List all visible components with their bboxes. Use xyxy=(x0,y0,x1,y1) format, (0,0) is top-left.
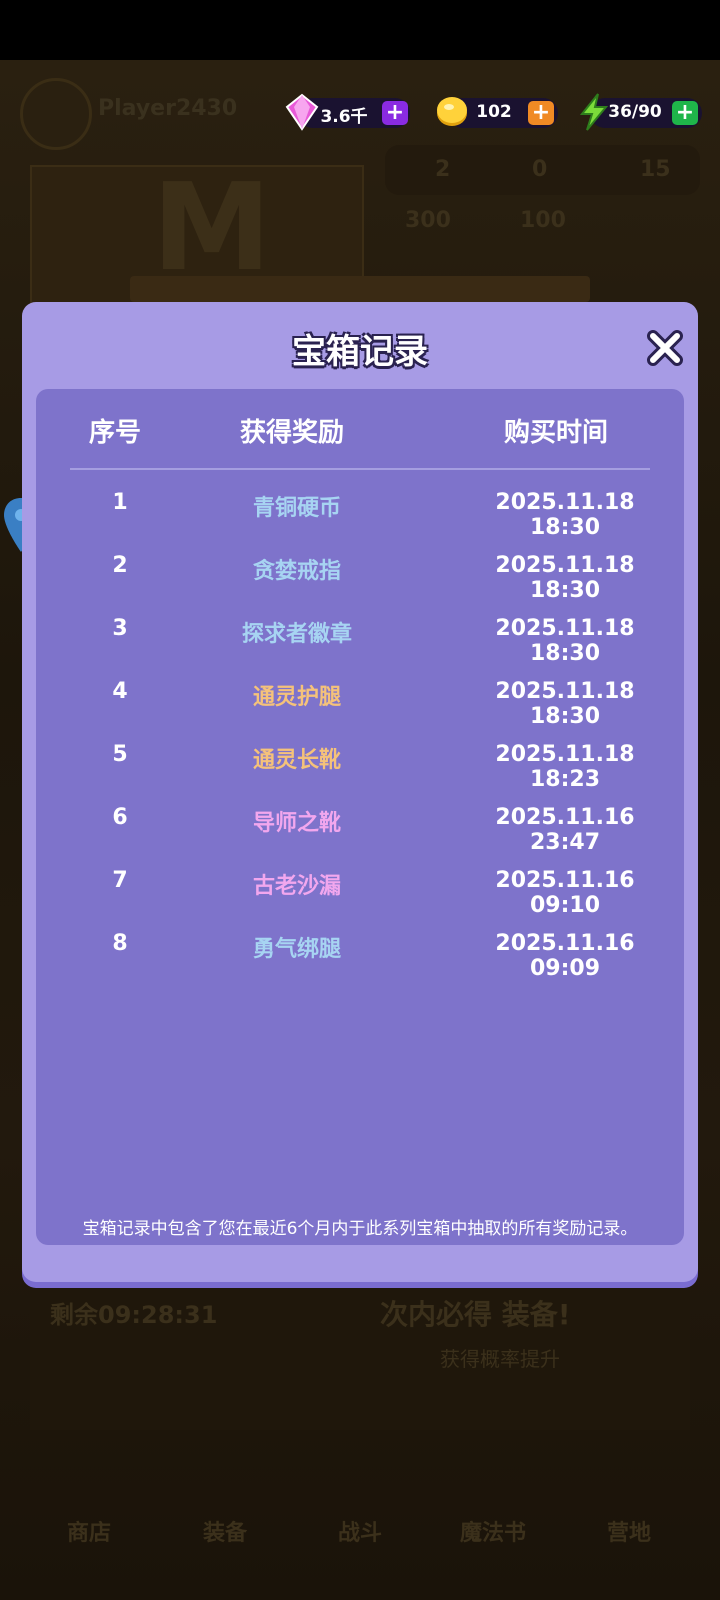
close-icon[interactable] xyxy=(645,328,685,368)
row-reward: 探求者徽章 xyxy=(241,622,352,647)
stat-value: 0 xyxy=(532,157,548,182)
gems-plus-button[interactable]: + xyxy=(382,101,408,125)
row-time: 2025.11.18 18:30 xyxy=(495,490,635,540)
chest-promo-sub: 获得概率提升 xyxy=(440,1347,560,1371)
row-reward: 导师之靴 xyxy=(252,811,341,836)
coins-value: 102 xyxy=(476,102,512,122)
row-time: 2025.11.18 18:23 xyxy=(495,742,635,792)
gems-value: 3.6千 xyxy=(320,107,368,127)
header-time: 购买时间 xyxy=(504,418,609,448)
row-index: 4 xyxy=(112,679,128,704)
energy-plus-button[interactable]: + xyxy=(672,101,698,125)
coins-plus-button[interactable]: + xyxy=(528,101,554,125)
row-time: 2025.11.16 09:10 xyxy=(495,868,635,918)
row-reward: 青铜硬币 xyxy=(252,496,341,521)
stat-value: 100 xyxy=(520,208,566,233)
header-index: 序号 xyxy=(89,418,142,448)
row-index: 7 xyxy=(112,868,128,893)
row-index: 2 xyxy=(112,553,128,578)
nav-spellbook[interactable]: 魔法书 xyxy=(460,1515,526,1547)
row-index: 3 xyxy=(112,616,128,641)
row-reward: 古老沙漏 xyxy=(252,874,341,899)
row-reward: 通灵长靴 xyxy=(252,748,341,773)
header-divider xyxy=(70,468,650,470)
row-index: 1 xyxy=(112,490,128,515)
gem-icon xyxy=(285,93,319,131)
chest-timer: 剩余09:28:31 xyxy=(50,1301,218,1329)
row-index: 8 xyxy=(112,931,128,956)
dialog-title: 宝箱记录 xyxy=(292,332,428,372)
row-time: 2025.11.18 18:30 xyxy=(495,679,635,729)
footer-note: 宝箱记录中包含了您在最近6个月内于此系列宝箱中抽取的所有奖励记录。 xyxy=(82,1219,638,1239)
nav-shop[interactable]: 商店 xyxy=(67,1515,111,1547)
stat-value: 300 xyxy=(405,208,451,233)
row-reward: 通灵护腿 xyxy=(252,685,341,710)
coins-counter: 102 + xyxy=(437,97,558,128)
row-index: 5 xyxy=(112,742,128,767)
status-bar xyxy=(0,0,720,60)
row-time: 2025.11.16 23:47 xyxy=(495,805,635,855)
energy-value: 36/90 xyxy=(608,102,662,122)
gems-counter: 3.6千 + xyxy=(285,93,410,131)
nav-equipment[interactable]: 装备 xyxy=(203,1515,247,1547)
stat-value: 2 xyxy=(435,157,451,182)
row-index: 6 xyxy=(112,805,128,830)
nav-battle[interactable]: 战斗 xyxy=(338,1515,382,1547)
stat-value: 15 xyxy=(640,157,671,182)
row-time: 2025.11.18 18:30 xyxy=(495,616,635,666)
header-reward: 获得奖励 xyxy=(240,418,345,448)
row-reward: 贪婪戒指 xyxy=(252,559,341,584)
energy-counter: 36/90 + xyxy=(579,93,702,131)
row-reward: 勇气绑腿 xyxy=(252,937,341,962)
player-name: Player2430 xyxy=(98,96,238,121)
chest-promo: 次内必得 装备! xyxy=(380,1298,571,1331)
nav-camp[interactable]: 营地 xyxy=(607,1515,651,1547)
row-time: 2025.11.16 09:09 xyxy=(495,931,635,981)
background-banner xyxy=(130,276,590,302)
row-time: 2025.11.18 18:30 xyxy=(495,553,635,603)
avatar[interactable] xyxy=(20,78,92,150)
